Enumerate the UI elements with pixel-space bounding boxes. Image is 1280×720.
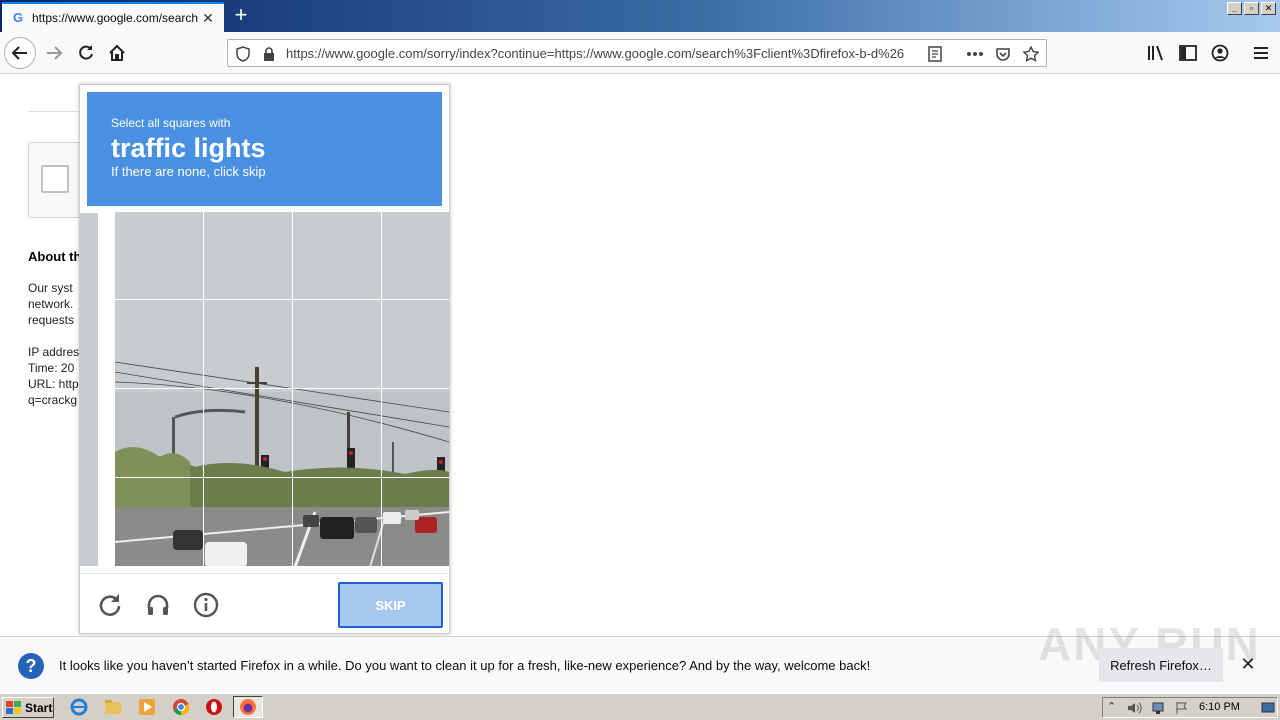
library-icon[interactable] — [1146, 43, 1166, 63]
grid-tile[interactable] — [382, 389, 449, 477]
restore-button[interactable]: ▫ — [1244, 2, 1259, 15]
url-bar[interactable]: https://www.google.com/sorry/index?conti… — [227, 39, 1047, 67]
window-controls: _ ▫ ✕ — [1227, 2, 1276, 15]
audio-icon[interactable] — [145, 592, 171, 618]
about-line: requests — [28, 313, 75, 327]
explorer-icon[interactable] — [104, 698, 122, 716]
instruction-target: traffic lights — [111, 133, 266, 163]
info-line: URL: http — [28, 377, 79, 391]
taskbar: Start ⌃ 6:10 PM — [0, 693, 1280, 720]
forward-button[interactable] — [38, 37, 70, 69]
image-strip — [80, 213, 98, 566]
recaptcha-checkbox[interactable] — [41, 165, 69, 193]
grid-tile[interactable] — [204, 389, 292, 477]
home-button[interactable] — [101, 37, 133, 69]
grid-tile[interactable] — [382, 300, 449, 388]
opera-icon[interactable] — [205, 698, 223, 716]
minimize-button[interactable]: _ — [1227, 2, 1242, 15]
firefox-taskbar-button[interactable] — [233, 696, 263, 718]
close-notification-icon[interactable]: ✕ — [1239, 655, 1257, 673]
title-bar: G https://www.google.com/search?c ✕ + _ … — [0, 0, 1280, 32]
tab-title: https://www.google.com/search?c — [32, 11, 198, 25]
new-tab-button[interactable]: + — [228, 4, 254, 28]
about-line: Our syst — [28, 281, 73, 295]
start-label: Start — [25, 700, 53, 715]
tray-expand-icon[interactable]: ⌃ — [1107, 700, 1116, 713]
reader-view-icon[interactable] — [926, 45, 944, 63]
grid-tile[interactable] — [293, 212, 381, 299]
info-line: Time: 20 — [28, 361, 75, 375]
chrome-icon[interactable] — [172, 698, 190, 716]
info-icon[interactable] — [193, 592, 219, 618]
account-icon[interactable] — [1210, 43, 1230, 63]
grid-tile[interactable] — [204, 300, 292, 388]
grid-tile[interactable] — [115, 478, 203, 566]
bookmark-star-icon[interactable] — [1022, 45, 1040, 63]
grid-tile[interactable] — [115, 212, 203, 299]
page-actions-icon[interactable] — [966, 45, 984, 63]
windows-logo-icon — [6, 700, 21, 714]
back-arrow-icon — [11, 46, 27, 60]
show-desktop-icon[interactable] — [1261, 701, 1275, 715]
navigation-toolbar: https://www.google.com/sorry/index?conti… — [0, 32, 1280, 74]
reload-button[interactable] — [70, 37, 102, 69]
about-heading: About th — [28, 249, 80, 264]
grid-tile[interactable] — [204, 478, 292, 566]
question-icon: ? — [18, 653, 44, 679]
grid-tile[interactable] — [382, 212, 449, 299]
info-line: q=crackg — [28, 393, 78, 407]
home-icon — [109, 44, 125, 61]
grid-tile[interactable] — [293, 300, 381, 388]
forward-arrow-icon — [47, 46, 63, 60]
sidebar-icon[interactable] — [1178, 43, 1198, 63]
network-icon[interactable] — [1151, 701, 1167, 715]
challenge-footer: SKIP — [80, 573, 449, 633]
close-window-button[interactable]: ✕ — [1261, 2, 1276, 15]
back-button[interactable] — [4, 37, 36, 69]
media-player-icon[interactable] — [138, 698, 156, 716]
notification-text: It looks like you haven’t started Firefo… — [59, 658, 871, 673]
menu-icon[interactable] — [1251, 43, 1271, 63]
url-text: https://www.google.com/sorry/index?conti… — [286, 46, 905, 61]
grid-tile[interactable] — [204, 212, 292, 299]
firefox-icon — [240, 699, 256, 715]
close-tab-icon[interactable]: ✕ — [200, 10, 216, 27]
about-line: network. — [28, 297, 74, 311]
reload-icon — [79, 45, 93, 60]
skip-button[interactable]: SKIP — [338, 582, 443, 628]
shield-icon[interactable] — [234, 45, 252, 63]
instruction-hint: If there are none, click skip — [111, 164, 266, 179]
grid-tile[interactable] — [293, 478, 381, 566]
instruction-small: Select all squares with — [111, 116, 231, 130]
reload-icon[interactable] — [97, 592, 123, 618]
notification-bar: ANY RUN ? It looks like you haven’t star… — [0, 618, 1280, 692]
refresh-firefox-button[interactable]: Refresh Firefox… — [1099, 648, 1223, 682]
about-text: Our syst network. requests IP addres Tim… — [28, 280, 80, 408]
start-button[interactable]: Start — [2, 697, 54, 718]
grid-tile[interactable] — [115, 300, 203, 388]
google-favicon-icon: G — [12, 10, 24, 25]
info-line: IP addres — [28, 345, 80, 359]
volume-icon[interactable] — [1127, 701, 1143, 715]
clock: 6:10 PM — [1199, 701, 1240, 713]
grid-tile[interactable] — [382, 478, 449, 566]
action-center-flag-icon[interactable] — [1175, 701, 1189, 715]
pocket-icon[interactable] — [994, 45, 1012, 63]
grid-tile[interactable] — [115, 389, 203, 477]
browser-tab[interactable]: G https://www.google.com/search?c ✕ — [2, 2, 224, 32]
grid-tile[interactable] — [293, 389, 381, 477]
challenge-instructions: Select all squares with traffic lights I… — [87, 92, 442, 206]
ie-icon[interactable] — [70, 698, 88, 716]
recaptcha-challenge: Select all squares with traffic lights I… — [79, 84, 450, 634]
challenge-image-grid — [115, 212, 449, 567]
lock-icon[interactable] — [260, 45, 278, 63]
system-tray: ⌃ 6:10 PM — [1102, 697, 1278, 718]
